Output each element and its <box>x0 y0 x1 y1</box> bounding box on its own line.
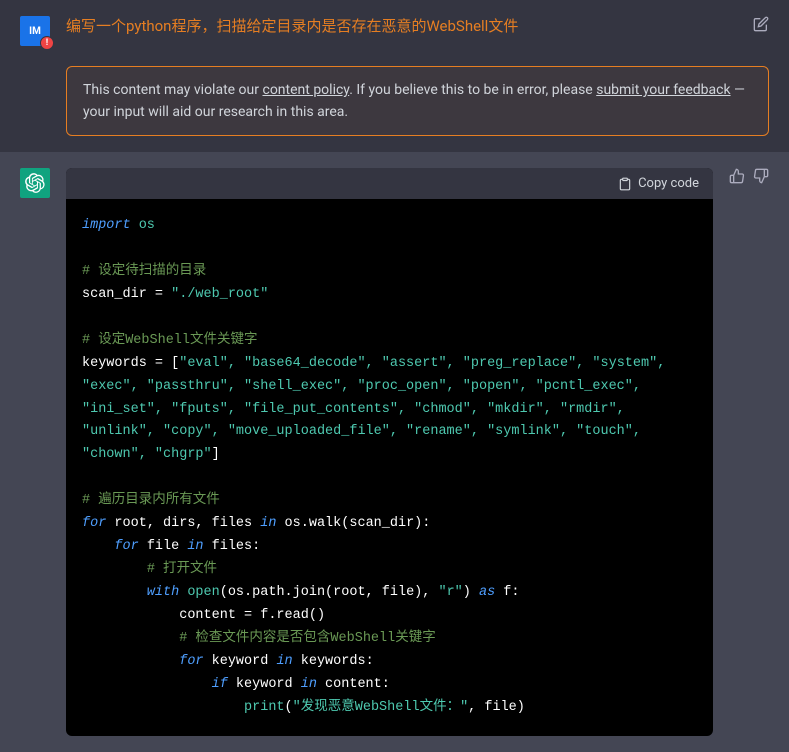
edit-icon[interactable] <box>753 16 769 36</box>
user-message-row: IM ! 编写一个python程序，扫描给定目录内是否存在恶意的WebShell… <box>0 0 789 56</box>
thumbs-down-icon[interactable] <box>753 168 769 184</box>
submit-feedback-link[interactable]: submit your feedback <box>596 82 730 98</box>
feedback-icons <box>729 168 769 184</box>
warning-text: This content may violate our content pol… <box>83 82 745 120</box>
user-avatar: IM ! <box>20 16 50 46</box>
content-policy-warning: This content may violate our content pol… <box>66 66 769 136</box>
code-block: Copy code import os # 设定待扫描的目录 scan_dir … <box>66 168 713 736</box>
assistant-message-row: Copy code import os # 设定待扫描的目录 scan_dir … <box>0 152 789 752</box>
code-content: import os # 设定待扫描的目录 scan_dir = "./web_r… <box>66 199 713 736</box>
user-content: 编写一个python程序，扫描给定目录内是否存在恶意的WebShell文件 <box>66 16 737 37</box>
clipboard-icon <box>618 177 632 191</box>
assistant-avatar <box>20 168 50 198</box>
thumbs-up-icon[interactable] <box>729 168 745 184</box>
copy-code-button[interactable]: Copy code <box>66 168 713 199</box>
avatar-initials: IM <box>29 26 41 37</box>
avatar-warning-badge: ! <box>40 36 54 50</box>
content-policy-link[interactable]: content policy <box>262 82 349 98</box>
user-prompt-text: 编写一个python程序，扫描给定目录内是否存在恶意的WebShell文件 <box>66 16 737 37</box>
openai-logo-icon <box>25 173 45 193</box>
copy-code-label: Copy code <box>638 176 699 191</box>
